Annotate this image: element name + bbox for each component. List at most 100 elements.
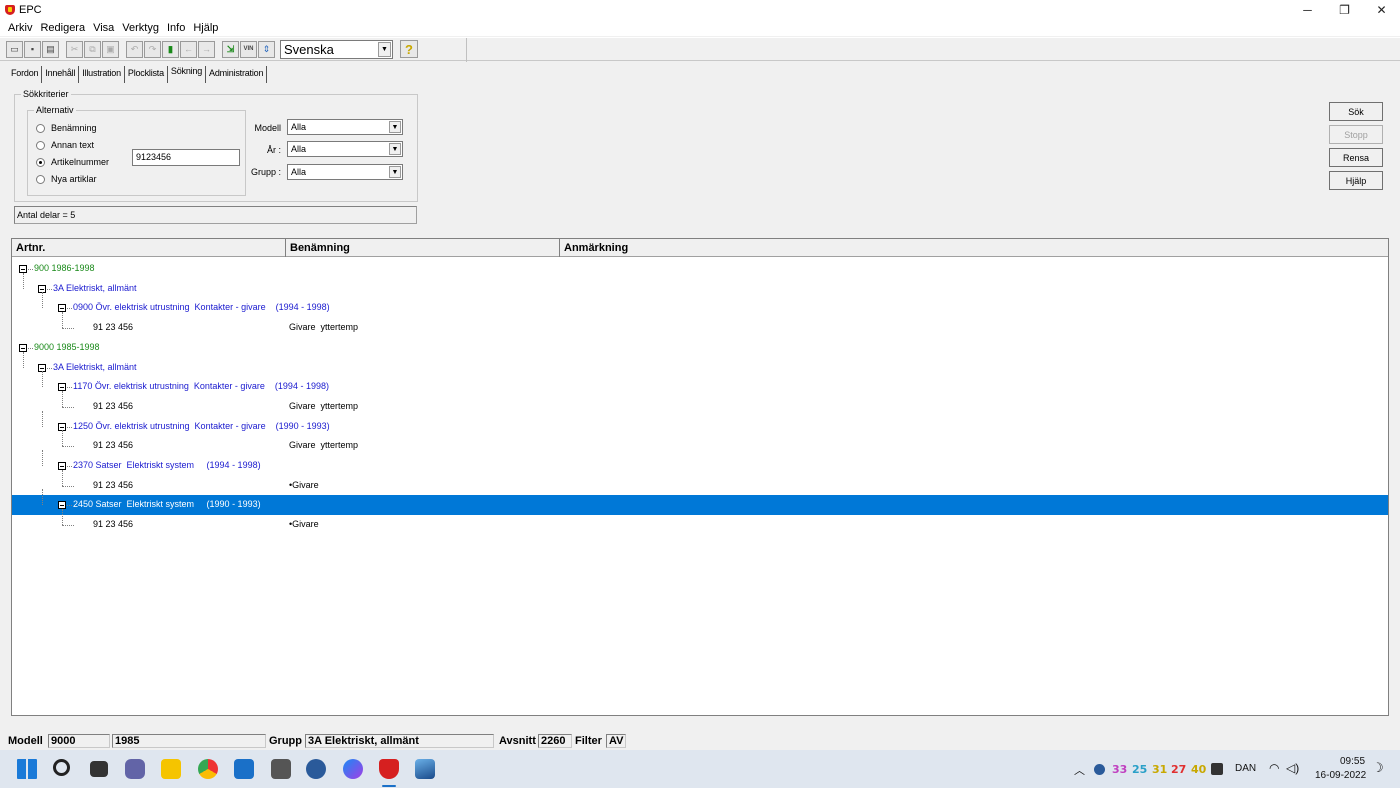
tree-leaf-row[interactable]: 91 23 456 •Givare [12, 509, 1388, 535]
tree-node[interactable]: 3A Elektriskt, allmänt [12, 272, 1388, 299]
help-question-icon[interactable]: ? [400, 40, 418, 58]
tree-node-label: 1250 Övr. elektrisk utrustning Kontakter… [73, 420, 330, 431]
tab-illustration[interactable]: Illustration [79, 66, 125, 83]
keyboard-language[interactable]: DAN [1235, 763, 1256, 774]
notification-badge-icon[interactable] [1211, 763, 1223, 775]
radio-nya-artiklar[interactable]: Nya artiklar [36, 174, 97, 184]
back-arrow-icon[interactable]: ← [180, 40, 197, 58]
column-header-artnr[interactable]: Artnr. [12, 239, 286, 257]
paste-icon[interactable]: ▣ [102, 40, 119, 58]
bookmark-icon[interactable]: ▮ [162, 40, 179, 58]
open-icon[interactable]: ▭ [6, 40, 23, 58]
tree-node[interactable]: 900 1986-1998 [12, 259, 1388, 279]
tree-node[interactable]: 3A Elektriskt, allmänt [12, 351, 1388, 378]
file-explorer-icon[interactable] [161, 759, 181, 779]
radio-selected-icon [36, 157, 45, 167]
radio-label: Benämning [51, 123, 97, 133]
chrome-icon[interactable] [198, 759, 218, 779]
undo-icon[interactable]: ↶ [126, 40, 143, 58]
tab-fordon[interactable]: Fordon [8, 66, 43, 83]
tray-number-4[interactable]: 27 [1171, 763, 1186, 776]
radio-benamning[interactable]: Benämning [36, 123, 97, 133]
column-header-benamning[interactable]: Benämning [286, 239, 560, 257]
cut-icon[interactable]: ✂ [66, 40, 83, 58]
menu-verktyg[interactable]: Verktyg [118, 22, 163, 34]
tree-node[interactable]: 2370 Satser Elektriskt system (1994 - 19… [12, 450, 1388, 476]
restore-button[interactable]: ❐ [1326, 0, 1363, 20]
tab-plocklista[interactable]: Plocklista [125, 66, 168, 83]
tree-node[interactable]: 1250 Övr. elektrisk utrustning Kontakter… [12, 410, 1388, 437]
tree-leaf-row[interactable]: 91 23 456 •Givare [12, 469, 1388, 496]
search-icon[interactable] [53, 759, 70, 776]
menu-info[interactable]: Info [163, 22, 189, 34]
tray-app-icon[interactable] [1094, 764, 1105, 775]
menu-arkiv[interactable]: Arkiv [4, 22, 36, 34]
teams-chat-icon[interactable] [125, 759, 145, 779]
menu-hjalp[interactable]: Hjälp [189, 22, 222, 34]
clear-button[interactable]: Rensa [1329, 148, 1383, 167]
tray-number-2[interactable]: 25 [1132, 763, 1147, 776]
forward-arrow-icon[interactable]: → [198, 40, 215, 58]
copy-icon[interactable]: ⧉ [84, 40, 101, 58]
stop-button[interactable]: Stopp [1329, 125, 1383, 144]
window-title: EPC [19, 4, 42, 16]
tree-leaf-row[interactable]: 91 23 456 Givare yttertemp [12, 430, 1388, 456]
radio-icon [36, 174, 45, 184]
add-to-list-icon[interactable]: ⇲ [222, 40, 239, 58]
tree-node[interactable]: 2450 Satser Elektriskt system (1990 - 19… [12, 489, 1388, 516]
volume-icon[interactable]: ◁) [1286, 761, 1299, 775]
epc-app-icon[interactable] [379, 759, 399, 779]
notifications-icon[interactable]: ☽ [1372, 760, 1384, 776]
radio-icon [36, 140, 45, 150]
tree-node[interactable]: 9000 1985-1998 [12, 338, 1388, 358]
calculator-icon[interactable] [271, 759, 291, 779]
title-bar: EPC ─ ❐ ✕ [0, 0, 1400, 20]
ar-label: År : [266, 145, 281, 155]
radio-annan-text[interactable]: Annan text [36, 140, 94, 150]
clock-date[interactable]: 16-09-2022 [1315, 770, 1366, 781]
menu-visa[interactable]: Visa [89, 22, 118, 34]
language-select[interactable]: Svenska ▼ [280, 39, 393, 59]
tab-innehall[interactable]: Innehåll [42, 66, 80, 83]
tree-node[interactable]: 0900 Övr. elektrisk utrustning Kontakter… [12, 292, 1388, 318]
search-button[interactable]: Sök [1329, 102, 1383, 121]
photos-icon[interactable] [415, 759, 435, 779]
windows-start-icon[interactable] [17, 759, 37, 779]
save-icon[interactable]: ▪ [24, 40, 41, 58]
print-icon[interactable]: ▤ [42, 40, 59, 58]
tray-number-3[interactable]: 31 [1152, 763, 1167, 776]
clock-time[interactable]: 09:55 [1340, 756, 1365, 767]
modell-select[interactable]: Alla ▼ [287, 119, 403, 135]
benamning-cell: •Givare [289, 479, 319, 490]
article-number-input[interactable]: 9123456 [132, 149, 240, 166]
tray-number-1[interactable]: 33 [1112, 763, 1127, 776]
benamning-cell: Givare yttertemp [289, 440, 359, 451]
tree-leaf-row[interactable]: 91 23 456 Givare yttertemp [12, 312, 1388, 338]
wifi-icon[interactable]: ◠ [1269, 761, 1279, 775]
tray-number-5[interactable]: 40 [1191, 763, 1206, 776]
radio-artikelnummer[interactable]: Artikelnummer [36, 157, 109, 167]
redo-icon[interactable]: ↷ [144, 40, 161, 58]
vin-button[interactable]: VIN [240, 40, 257, 58]
help-button[interactable]: Hjälp [1329, 171, 1383, 190]
messenger-icon[interactable] [343, 759, 363, 779]
tab-administration[interactable]: Administration [206, 66, 268, 83]
status-modell-label: Modell [8, 735, 43, 747]
column-header-anmarkning[interactable]: Anmärkning [560, 239, 1388, 257]
tree-node[interactable]: 1170 Övr. elektrisk utrustning Kontakter… [12, 371, 1388, 397]
tree-leaf-row[interactable]: 91 23 456 Givare yttertemp [12, 390, 1388, 417]
tray-chevron-icon[interactable]: ︿ [1074, 762, 1085, 778]
results-grid[interactable]: Artnr. Benämning Anmärkning 900 1986-199… [11, 238, 1389, 716]
task-view-icon[interactable] [90, 761, 108, 777]
grid-header: Artnr. Benämning Anmärkning [12, 239, 1388, 257]
mail-icon[interactable] [234, 759, 254, 779]
tab-sokning[interactable]: Sökning [167, 66, 207, 83]
minimize-button[interactable]: ─ [1289, 0, 1326, 20]
close-button[interactable]: ✕ [1363, 0, 1400, 20]
grupp-select[interactable]: Alla ▼ [287, 164, 403, 180]
active-app-indicator [382, 785, 396, 787]
ar-select[interactable]: Alla ▼ [287, 141, 403, 157]
settings-app-icon[interactable] [306, 759, 326, 779]
measure-icon[interactable]: ⇕ [258, 40, 275, 58]
menu-redigera[interactable]: Redigera [36, 22, 89, 34]
